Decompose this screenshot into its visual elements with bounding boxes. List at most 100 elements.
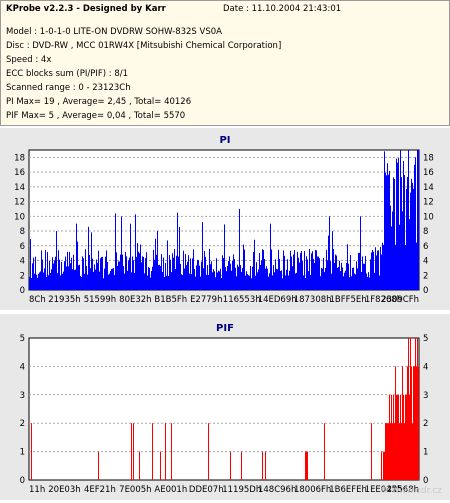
bar	[389, 394, 390, 480]
bar	[208, 274, 209, 290]
bar	[405, 245, 406, 290]
bar	[230, 451, 231, 480]
bar	[108, 274, 109, 290]
y-tick-label-left: 3	[20, 391, 25, 401]
bar	[409, 394, 410, 480]
bar	[256, 262, 257, 290]
y-tick-label-left: 2	[20, 271, 25, 281]
bar	[208, 423, 209, 480]
bar	[227, 265, 228, 290]
bar	[221, 277, 222, 290]
bar	[178, 256, 179, 290]
y-tick-label-right: 14	[423, 183, 434, 193]
bar	[141, 262, 142, 290]
pif-chart: PIF 0 0 1 1 2 2 3 3 4 4 5 5 11h 20E03h 4EF21h 7E005h AE00…	[20, 323, 429, 495]
bar	[169, 255, 170, 290]
bar	[389, 170, 390, 290]
bar	[289, 270, 290, 290]
bar	[341, 262, 342, 290]
bar	[300, 253, 301, 290]
bar	[272, 275, 273, 290]
bar	[80, 276, 81, 290]
bar	[345, 270, 346, 290]
bar	[312, 251, 313, 290]
bar	[305, 278, 306, 290]
bar	[235, 267, 236, 290]
bar	[314, 262, 315, 290]
y-tick-label-right: 2	[423, 271, 428, 281]
bar	[183, 250, 184, 290]
bar	[388, 174, 389, 290]
bar	[324, 271, 325, 290]
bar	[380, 246, 381, 290]
bar	[92, 258, 93, 290]
bar	[171, 423, 172, 480]
bar	[327, 260, 328, 290]
bar	[218, 270, 219, 290]
bar	[285, 275, 286, 290]
bar	[190, 258, 191, 290]
bar	[41, 250, 42, 290]
bar	[364, 263, 365, 290]
bar	[99, 271, 100, 290]
bar	[406, 189, 407, 290]
bar	[102, 256, 103, 290]
bar	[271, 249, 272, 290]
bar	[135, 214, 136, 290]
bar	[279, 258, 280, 290]
bar	[336, 255, 337, 290]
bar	[51, 269, 52, 290]
bar	[264, 259, 265, 290]
bar	[295, 273, 296, 290]
y-tick-label-left: 4	[20, 362, 25, 372]
bar	[33, 257, 34, 290]
bar	[382, 242, 383, 290]
bar	[128, 260, 129, 290]
bar	[205, 256, 206, 290]
bar	[149, 268, 150, 290]
bar	[39, 272, 40, 290]
bar	[316, 250, 317, 290]
bar	[282, 278, 283, 290]
bar	[239, 208, 240, 290]
bar	[412, 423, 413, 480]
bar	[387, 423, 388, 480]
bar	[230, 263, 231, 290]
bar	[133, 423, 134, 480]
bar	[133, 260, 134, 290]
bar	[94, 264, 95, 290]
bar	[353, 267, 354, 290]
bar	[406, 394, 407, 480]
bar	[411, 366, 412, 480]
bar	[381, 451, 382, 480]
bar	[330, 261, 331, 290]
y-tick-label-left: 8	[20, 227, 25, 237]
bar	[156, 254, 157, 290]
bar	[253, 251, 254, 290]
bar	[339, 260, 340, 290]
bar	[408, 150, 409, 290]
bar	[326, 249, 327, 290]
bar	[125, 251, 126, 290]
bar	[90, 268, 91, 290]
bar	[286, 269, 287, 290]
bar	[37, 277, 38, 290]
bar	[32, 263, 33, 290]
bar	[112, 268, 113, 290]
x-tick-label: 8Ch	[29, 295, 46, 305]
bar	[402, 211, 403, 290]
bar	[150, 277, 151, 290]
bar	[91, 232, 92, 290]
bar	[240, 265, 241, 290]
bar	[372, 249, 373, 290]
bar	[29, 277, 30, 290]
bar	[403, 394, 404, 480]
bar	[209, 248, 210, 290]
bar	[43, 272, 44, 290]
bar	[214, 271, 215, 290]
bar	[347, 244, 348, 290]
bar	[74, 269, 75, 290]
bar	[42, 259, 43, 290]
bar	[197, 259, 198, 290]
bar	[212, 272, 213, 290]
